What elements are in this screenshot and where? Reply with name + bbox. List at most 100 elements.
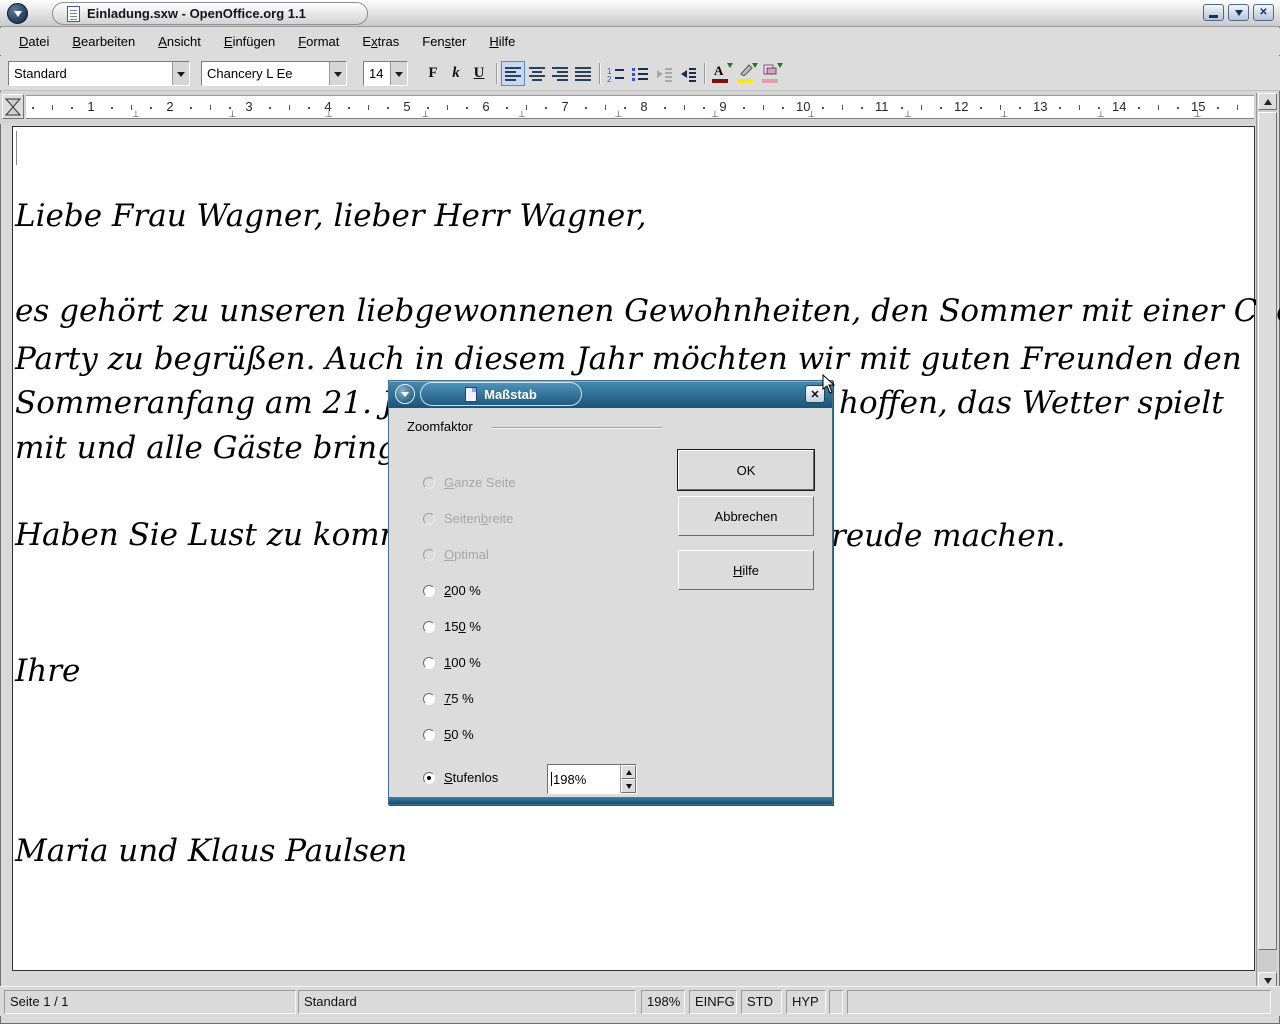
- bullet-list-icon: [631, 66, 649, 82]
- radio-label: 50 %: [444, 727, 474, 742]
- doc-line-signature: Maria und Klaus Paulsen: [15, 831, 407, 871]
- menu-format[interactable]: Format: [291, 31, 346, 52]
- radio-row-ganze-seite: Ganze Seite: [423, 474, 516, 491]
- menu-ansicht[interactable]: Ansicht: [151, 31, 208, 52]
- spin-up-button[interactable]: [621, 765, 636, 779]
- font-name-dropdown[interactable]: [329, 62, 346, 85]
- radio-row-150[interactable]: 150 %: [423, 618, 481, 635]
- ruler-number: 7: [559, 99, 571, 114]
- font-name-combo[interactable]: Chancery L Ee: [201, 61, 347, 86]
- scrollbar-thumb[interactable]: [1258, 112, 1277, 950]
- cancel-button[interactable]: Abbrechen: [678, 496, 814, 536]
- ruler-number: 6: [480, 99, 492, 114]
- ruler-tick: [743, 107, 745, 109]
- bullet-list-button[interactable]: [628, 61, 652, 86]
- ruler-number: 1: [85, 99, 97, 114]
- ruler-tick: [52, 105, 53, 110]
- zoom-value-spinner[interactable]: 198%: [547, 764, 637, 794]
- italic-button[interactable]: k: [444, 61, 468, 86]
- help-button[interactable]: Hilfe: [678, 550, 814, 590]
- bold-button[interactable]: F: [421, 61, 445, 86]
- close-icon: ✕: [1259, 8, 1267, 18]
- dialog-menu-button[interactable]: [395, 384, 415, 404]
- horizontal-ruler[interactable]: 123456789101112131415⊥⊥⊥⊥⊥⊥⊥⊥⊥⊥⊥⊥: [0, 92, 1256, 124]
- radio-label: Optimal: [444, 547, 489, 562]
- radio-label: 100 %: [444, 655, 481, 670]
- radio-row-seitenbreite: Seitenbreite: [423, 510, 513, 527]
- radio-row-75[interactable]: 75 %: [423, 690, 474, 707]
- background-color-icon: [762, 65, 780, 83]
- radio-icon[interactable]: [423, 621, 435, 633]
- ruler-tick: [368, 105, 369, 110]
- background-color-button[interactable]: [759, 61, 783, 86]
- window-title-pill: Einladung.sxw - OpenOffice.org 1.1: [52, 2, 368, 25]
- shade-button[interactable]: [1228, 4, 1249, 21]
- radio-icon[interactable]: [423, 585, 435, 597]
- status-insert-mode[interactable]: EINFG: [689, 990, 737, 1014]
- paragraph-style-value: Standard: [9, 62, 172, 85]
- dialog-title: Maßstab: [484, 387, 537, 402]
- radio-icon[interactable]: [423, 693, 435, 705]
- ok-button[interactable]: OK: [678, 450, 814, 490]
- align-left-icon: [504, 66, 522, 81]
- menu-bearbeiten[interactable]: Bearbeiten: [65, 31, 142, 52]
- ruler-tick: [684, 105, 685, 110]
- ruler-tick: [506, 107, 508, 109]
- vertical-scrollbar[interactable]: [1256, 93, 1277, 990]
- ruler-tick: [466, 107, 468, 109]
- close-button[interactable]: ✕: [1253, 4, 1274, 21]
- radio-row-100[interactable]: 100 %: [423, 654, 481, 671]
- zoom-value-field[interactable]: 198%: [548, 765, 620, 793]
- status-zoom[interactable]: 198%: [641, 990, 685, 1014]
- font-size-dropdown[interactable]: [390, 62, 407, 85]
- tab-stop-mark: ⊥: [229, 109, 237, 120]
- paragraph-style-combo[interactable]: Standard: [8, 61, 190, 86]
- spin-down-button[interactable]: [621, 779, 636, 793]
- radio-row-stufenlos[interactable]: Stufenlos: [423, 769, 498, 786]
- numbered-list-button[interactable]: 12: [604, 61, 628, 86]
- font-color-button[interactable]: A: [709, 61, 733, 86]
- underline-button[interactable]: U: [467, 61, 491, 86]
- align-left-button[interactable]: [501, 61, 525, 86]
- scroll-up-button[interactable]: [1258, 93, 1277, 110]
- ruler-tick: [664, 107, 666, 109]
- menu-einfuegen[interactable]: Einfügen: [217, 31, 282, 52]
- radio-icon[interactable]: [423, 772, 435, 784]
- ruler-number: 12: [954, 99, 966, 114]
- ruler-tick: [1079, 105, 1080, 110]
- radio-icon[interactable]: [423, 729, 435, 741]
- window-menu-button[interactable]: [7, 3, 28, 24]
- paragraph-style-dropdown[interactable]: [172, 62, 189, 85]
- radio-row-50[interactable]: 50 %: [423, 726, 474, 743]
- radio-row-200[interactable]: 200 %: [423, 582, 481, 599]
- decrease-indent-button[interactable]: [652, 61, 676, 86]
- menu-hilfe[interactable]: Hilfe: [482, 31, 522, 52]
- align-right-button[interactable]: [548, 61, 572, 86]
- tab-stop-mark: ⊥: [1001, 109, 1009, 120]
- tab-type-icon: [5, 98, 21, 116]
- ruler-tick: [703, 107, 705, 109]
- radio-icon[interactable]: [423, 657, 435, 669]
- font-size-combo[interactable]: 14: [363, 61, 408, 86]
- justify-button[interactable]: [571, 61, 595, 86]
- svg-text:2: 2: [607, 75, 612, 82]
- object-toolbar: Standard Chancery L Ee 14 F k U 12: [0, 56, 1280, 91]
- menu-datei[interactable]: Datei: [12, 31, 56, 52]
- tab-selector-button[interactable]: [2, 94, 24, 119]
- statusbar: Seite 1 / 1 Standard 198% EINFG STD HYP: [0, 986, 1280, 1016]
- ruler-tick: [269, 107, 271, 109]
- minimize-button[interactable]: [1203, 4, 1224, 21]
- ruler-number: 5: [401, 99, 413, 114]
- status-hyperlink-mode[interactable]: HYP: [786, 990, 826, 1014]
- ruler-tick: [71, 107, 73, 109]
- dialog-body: Zoomfaktor Ganze Seite Seitenbreite Opti…: [389, 408, 832, 778]
- status-selection-mode[interactable]: STD: [741, 990, 782, 1014]
- status-extra: [847, 990, 1271, 1014]
- increase-indent-button[interactable]: [676, 61, 700, 86]
- align-center-button[interactable]: [525, 61, 549, 86]
- menu-extras[interactable]: Extras: [355, 31, 406, 52]
- dialog-titlebar[interactable]: Maßstab ✕: [389, 381, 832, 408]
- menu-fenster[interactable]: Fenster: [415, 31, 473, 52]
- highlight-color-button[interactable]: [734, 61, 758, 86]
- status-page-style[interactable]: Standard: [298, 990, 636, 1014]
